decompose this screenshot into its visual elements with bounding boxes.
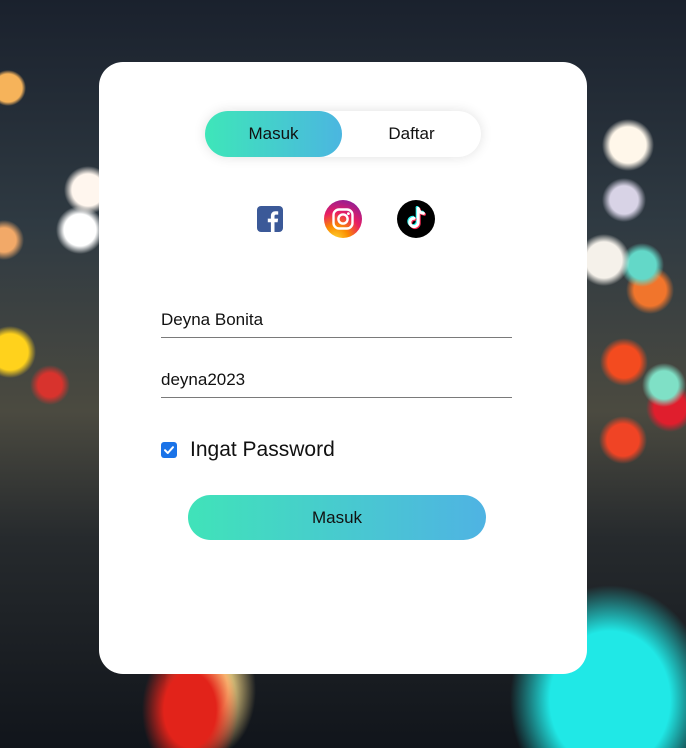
facebook-icon[interactable] xyxy=(250,199,290,239)
login-card: Masuk Daftar Deyna Bonita deyna2023 Inga… xyxy=(99,62,587,674)
login-submit-button[interactable]: Masuk xyxy=(188,495,486,540)
auth-tab-toggle: Masuk Daftar xyxy=(205,111,481,157)
tab-register[interactable]: Daftar xyxy=(342,111,481,157)
password-input[interactable] xyxy=(161,356,512,397)
instagram-icon[interactable] xyxy=(323,199,363,239)
remember-password-checkbox[interactable] xyxy=(161,442,177,458)
username-field xyxy=(161,296,512,338)
remember-password-row: Ingat Password xyxy=(161,438,335,462)
tab-login[interactable]: Masuk xyxy=(205,111,342,157)
social-login-row xyxy=(99,199,587,239)
password-field xyxy=(161,356,512,398)
tiktok-icon[interactable] xyxy=(396,199,436,239)
remember-password-label: Ingat Password xyxy=(190,438,335,461)
username-input[interactable] xyxy=(161,296,512,337)
checkmark-icon xyxy=(164,446,174,454)
